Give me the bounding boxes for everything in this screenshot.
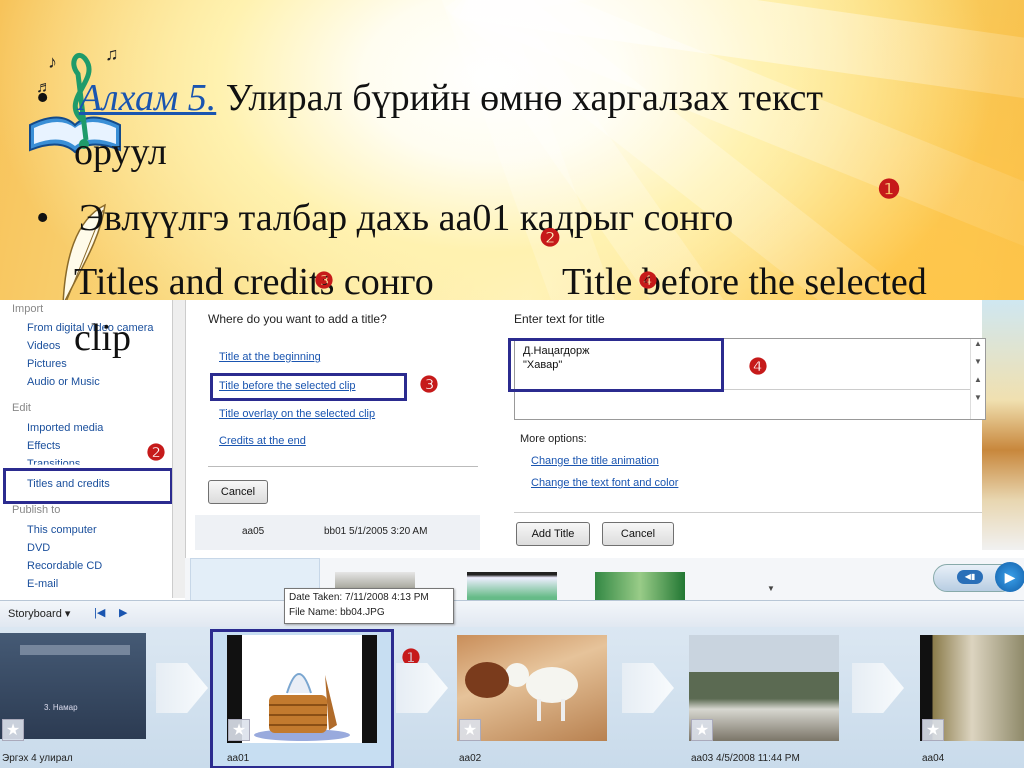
- title-clip-top-bar: [20, 645, 130, 655]
- title-question: Where do you want to add a title?: [208, 312, 387, 326]
- marker-4-top: ❹: [638, 268, 658, 293]
- caption-aa03: aa03 4/5/2008 11:44 PM: [691, 753, 800, 764]
- slide-background: ♪ ♫ ♬ • Алхам 5. Улирал бүрийн өмнө харг…: [0, 0, 1024, 768]
- storyboard-toolbar: Storyboard ▾ |◀ ▶: [0, 600, 1024, 628]
- step-4-text: Title before the selected: [562, 261, 927, 303]
- play-icon[interactable]: ▶: [995, 562, 1024, 592]
- bullet-2: • Эвлүүлгэ талбар дахь аа01 кадрыг сонго: [36, 196, 733, 240]
- tooltip-file: File Name: bb04.JPG: [289, 607, 385, 618]
- moviemaker-screenshot: Import From digital video camera Videos …: [0, 300, 1024, 768]
- transition-slot-1[interactable]: [156, 663, 208, 713]
- caption-aa04: aa04: [922, 753, 945, 764]
- highlight-text-input: [508, 338, 724, 392]
- storyboard-dropdown[interactable]: Storyboard ▾: [8, 607, 70, 620]
- more-options-label: More options:: [520, 433, 587, 445]
- text-input-scrollbar[interactable]: ▲ ▼ ▲ ▼: [970, 339, 985, 419]
- step-1-text: Улирал бүрийн өмнө харгалзах текст: [216, 77, 823, 119]
- marker-2-panel: ❷: [146, 440, 166, 465]
- bullet-dot: •: [36, 197, 50, 239]
- storyboard-label: Storyboard: [8, 608, 62, 620]
- title-location-panel: Where do you want to add a title? Title …: [190, 300, 490, 550]
- transition-slot-3[interactable]: [622, 663, 674, 713]
- enter-text-panel: Enter text for title Д.Нацагдорж "Хавар"…: [500, 300, 986, 550]
- caption-aa02: aa02: [459, 753, 482, 764]
- edit-item-effects[interactable]: Effects: [27, 440, 60, 452]
- highlight-clip-aa01: [210, 629, 394, 768]
- marker-3-top: ❸: [314, 268, 334, 293]
- publish-item-email[interactable]: E-mail: [27, 578, 58, 590]
- storyboard-area: 3. Намар aa01 ❶ ★ ★ ★ ★ ★ Эргэх 4 улирал…: [0, 627, 1024, 768]
- option-title-beginning[interactable]: Title at the beginning: [219, 351, 321, 363]
- step-back-icon[interactable]: ◀▮: [957, 570, 983, 584]
- svg-text:♪: ♪: [48, 52, 57, 72]
- publish-item-cd[interactable]: Recordable CD: [27, 560, 102, 572]
- step-4-continued: clip: [74, 317, 131, 359]
- title-clip-subtitle: 3. Намар: [44, 703, 78, 712]
- collection-scroll-down-icon[interactable]: ▼: [767, 584, 775, 593]
- import-item-audio[interactable]: Audio or Music: [27, 376, 100, 388]
- star-icon[interactable]: ★: [228, 719, 250, 741]
- enter-text-label: Enter text for title: [514, 312, 605, 326]
- step-label: Алхам 5.: [78, 77, 217, 119]
- publish-heading: Publish to: [12, 504, 61, 516]
- clip-tooltip: Date Taken: 7/11/2008 4:13 PM File Name:…: [284, 588, 454, 624]
- star-icon[interactable]: ★: [691, 719, 713, 741]
- option-title-overlay[interactable]: Title overlay on the selected clip: [219, 408, 375, 420]
- svg-text:♫: ♫: [105, 44, 119, 64]
- text-panel-divider: [514, 512, 982, 513]
- option-credits-end[interactable]: Credits at the end: [219, 435, 306, 447]
- import-item-pictures[interactable]: Pictures: [27, 358, 67, 370]
- tooltip-date: Date Taken: 7/11/2008 4:13 PM: [289, 592, 429, 603]
- transition-slot-4[interactable]: [852, 663, 904, 713]
- link-title-animation[interactable]: Change the title animation: [531, 455, 659, 467]
- cancel-title-button[interactable]: Cancel: [602, 522, 674, 546]
- right-thumbnail-strip: [982, 300, 1024, 550]
- publish-item-computer[interactable]: This computer: [27, 524, 97, 536]
- play-storyboard-icon[interactable]: ▶: [119, 606, 127, 619]
- sidebar-scrollbar[interactable]: [172, 300, 185, 598]
- clip-label-bb01: bb01 5/1/2005 3:20 AM: [324, 526, 428, 537]
- marker-3-panel: ❸: [419, 372, 439, 397]
- highlight-title-before: [210, 373, 407, 401]
- clip-label-aa05: aa05: [242, 526, 265, 537]
- star-icon[interactable]: ★: [2, 719, 24, 741]
- step-1-continued: оруул: [74, 131, 167, 173]
- link-font-color[interactable]: Change the text font and color: [531, 477, 678, 489]
- highlight-titles-credits: [3, 468, 173, 504]
- edit-heading: Edit: [12, 402, 31, 414]
- marker-4-panel: ❹: [748, 354, 768, 379]
- step-2-text: Эвлүүлгэ талбар дахь аа01 кадрыг сонго: [78, 197, 734, 239]
- marker-1-top: ❶: [877, 174, 901, 204]
- caption-title-clip: Эргэх 4 улирал: [2, 753, 73, 764]
- edit-item-imported-media[interactable]: Imported media: [27, 422, 103, 434]
- bullet-1: • Алхам 5. Улирал бүрийн өмнө харгалзах …: [36, 76, 823, 120]
- panel-divider: [208, 466, 478, 467]
- collection-thumb-3[interactable]: [467, 572, 557, 600]
- add-title-button[interactable]: Add Title: [516, 522, 590, 546]
- marker-2-top: ❷: [539, 225, 561, 252]
- bullet-dot: •: [36, 77, 50, 119]
- star-icon[interactable]: ★: [459, 719, 481, 741]
- import-heading: Import: [12, 303, 44, 315]
- publish-item-dvd[interactable]: DVD: [27, 542, 50, 554]
- transition-slot-2[interactable]: [396, 663, 448, 713]
- rewind-icon[interactable]: |◀: [94, 606, 105, 619]
- import-item-videos[interactable]: Videos: [27, 340, 60, 352]
- star-icon[interactable]: ★: [922, 719, 944, 741]
- step-3-text: Titles and credits сонго: [74, 261, 434, 303]
- cancel-location-button[interactable]: Cancel: [208, 480, 268, 504]
- collection-thumb-4[interactable]: [595, 572, 685, 600]
